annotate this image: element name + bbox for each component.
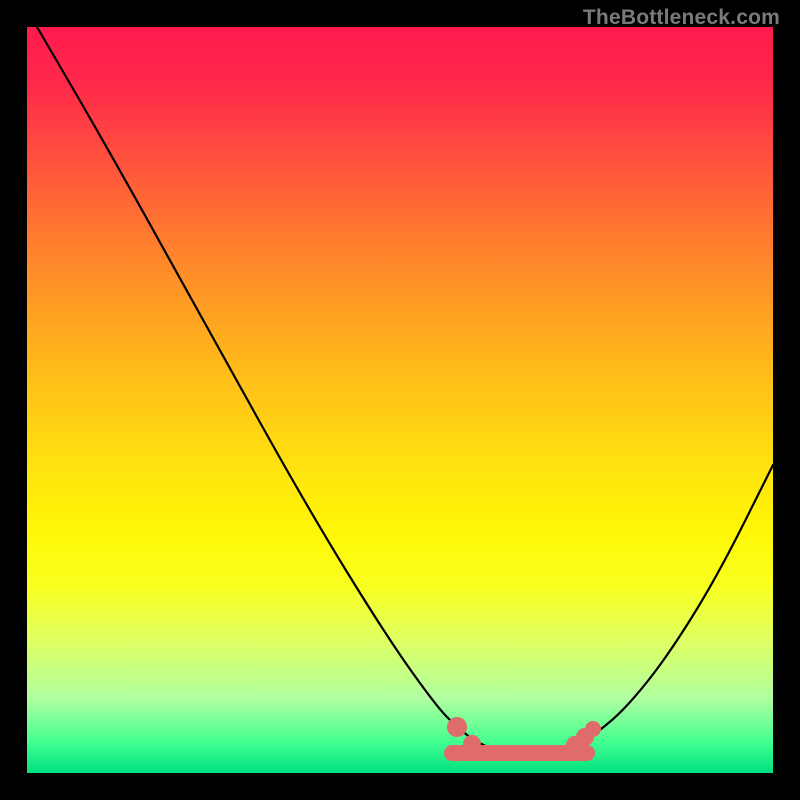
watermark-text: TheBottleneck.com bbox=[583, 6, 780, 30]
bottleneck-curve bbox=[37, 27, 773, 756]
marker-dot bbox=[585, 721, 601, 737]
marker-dot bbox=[447, 717, 467, 737]
chart-plot-area bbox=[27, 27, 773, 773]
bottleneck-curve-svg bbox=[27, 27, 773, 773]
marker-dot bbox=[463, 735, 481, 753]
